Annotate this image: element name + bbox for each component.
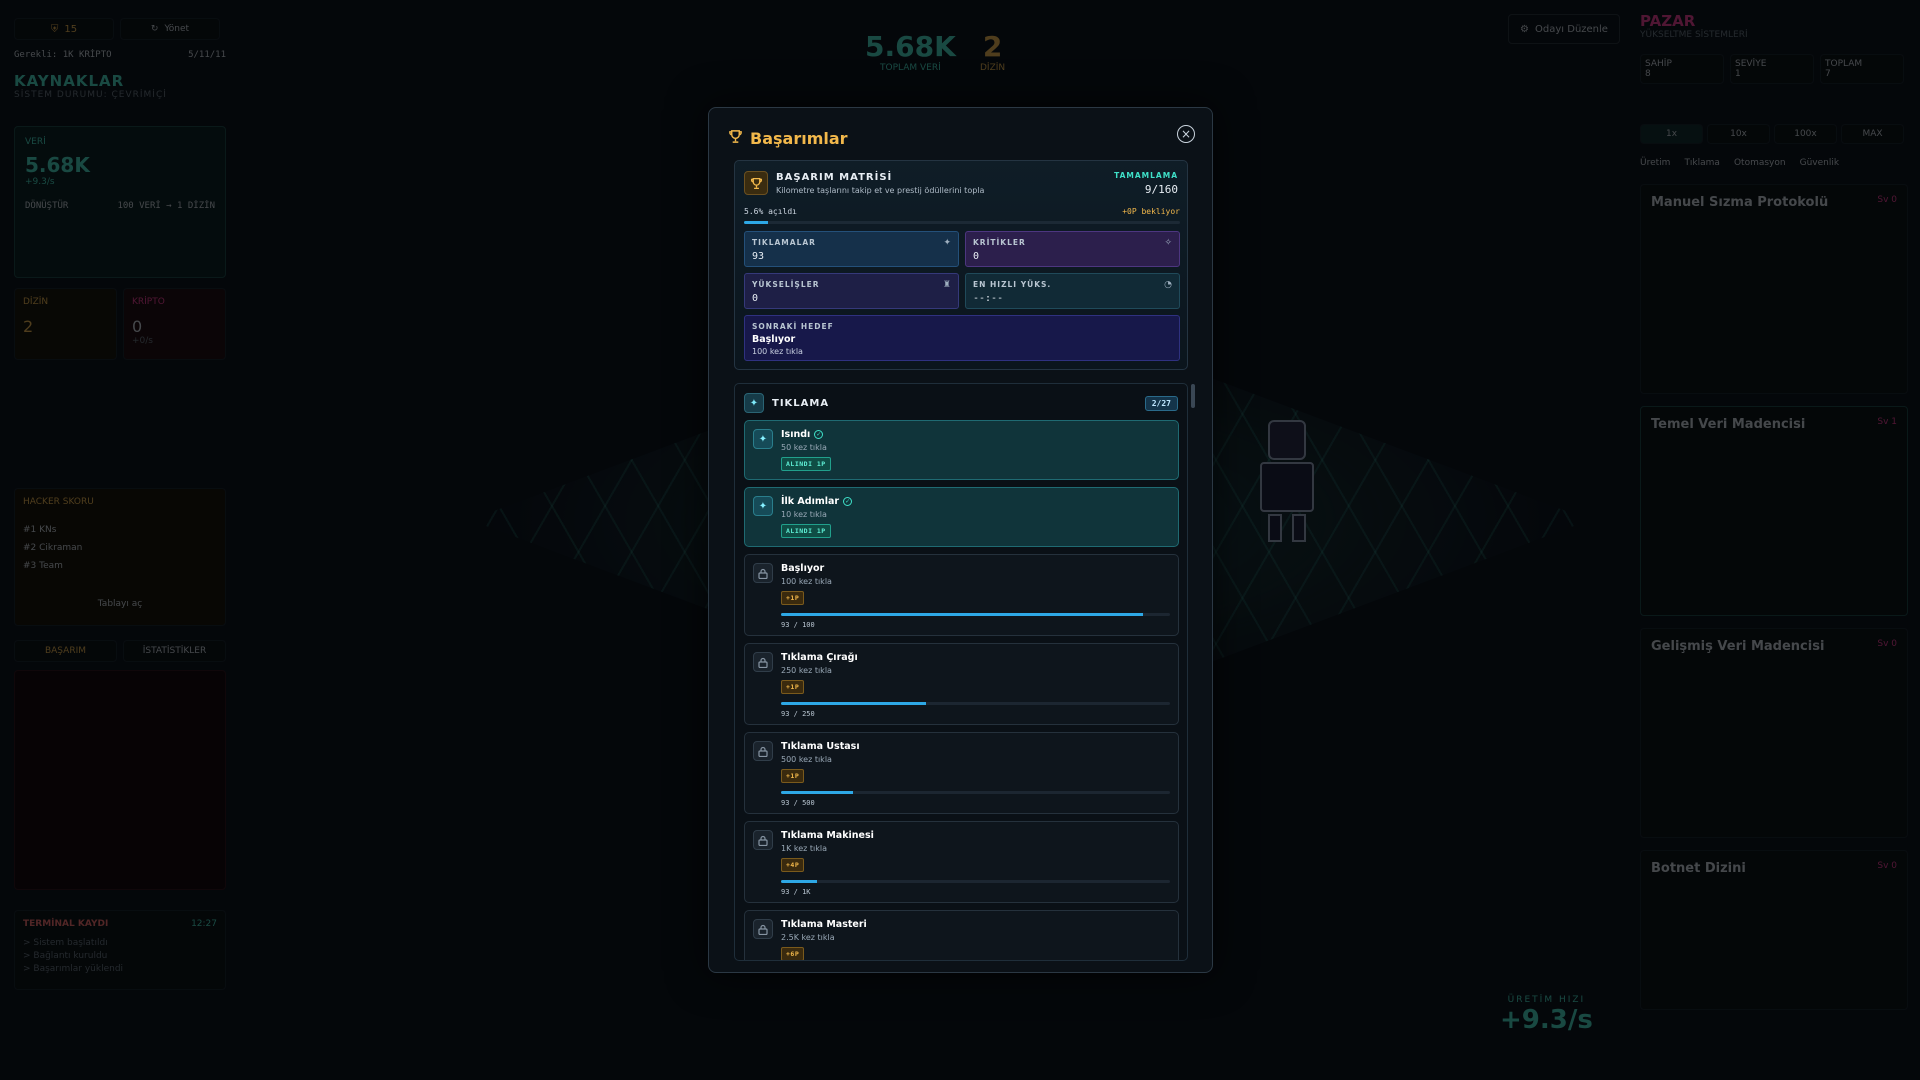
achievement-progress-text: 93 / 500 (781, 799, 815, 807)
achievement-reward-tag: +1P (781, 680, 805, 694)
progress-percent: 5.6% açıldı (744, 207, 797, 216)
trophy-icon (728, 129, 743, 148)
next-goal-name: Başlıyor (752, 334, 796, 345)
matrix-title: BAŞARIM MATRİSİ (776, 172, 893, 183)
close-button[interactable]: × (1177, 125, 1195, 143)
achievement-progress-text: 93 / 250 (781, 710, 815, 718)
close-icon: × (1180, 127, 1192, 141)
achievement-progress-bar (781, 791, 1170, 794)
next-goal-desc: 100 kez tıkla (752, 347, 803, 356)
sparkle-icon: ✧ (1164, 238, 1172, 248)
achievement-progress-text: 93 / 1K (781, 888, 811, 896)
achievement-card[interactable]: Tıklama Masteri 2.5K kez tıkla +6P (744, 910, 1179, 960)
matrix-subtitle: Kilometre taşlarını takip et ve prestij … (776, 186, 985, 195)
check-icon: ✓ (814, 430, 824, 439)
achievement-reward-tag: +4P (781, 858, 805, 872)
achievement-name: Başlıyor (781, 563, 825, 574)
trophy-icon (744, 171, 768, 195)
lock-icon (753, 741, 773, 761)
matrix-progress-bar (744, 221, 1180, 224)
lock-icon (753, 563, 773, 583)
achievement-progress-bar (781, 613, 1170, 616)
achievement-name: Tıklama Makinesi (781, 830, 874, 841)
achievement-desc: 50 kez tıkla (781, 443, 827, 452)
achievements-modal: Başarımlar × BAŞARIM MATRİSİ Kilometre t… (708, 107, 1213, 973)
achievement-reward-tag: ALINDI 1P (781, 524, 831, 538)
achievement-desc: 500 kez tıkla (781, 755, 832, 764)
achievement-reward-tag: ALINDI 1P (781, 457, 831, 471)
next-goal-label: SONRAKİ HEDEF (752, 322, 834, 331)
achievement-desc: 1K kez tıkla (781, 844, 828, 853)
category-clicking[interactable]: ✦ TIKLAMA 2/27 ✦ Isındı ✓ 50 kez tıkla AL… (734, 383, 1188, 961)
achievement-card[interactable]: Tıklama Makinesi 1K kez tıkla +4P 93 / 1… (744, 821, 1179, 903)
achievement-card[interactable]: Başlıyor 100 kez tıkla +1P 93 / 100 (744, 554, 1179, 636)
stat-clicks: TIKLAMALAR 93 ✦ (744, 231, 959, 267)
achievement-reward-tag: +1P (781, 591, 805, 605)
category-count: 2/27 (1144, 395, 1178, 411)
next-goal: SONRAKİ HEDEF Başlıyor 100 kez tıkla (744, 315, 1180, 361)
trophy-icon: ♜ (942, 280, 951, 290)
timer-icon: ◔ (1164, 280, 1172, 290)
modal-title: Başarımlar (750, 129, 848, 148)
achievement-card[interactable]: Tıklama Ustası 500 kez tıkla +1P 93 / 50… (744, 732, 1179, 814)
achievement-desc: 100 kez tıkla (781, 577, 832, 586)
category-title: TIKLAMA (772, 397, 830, 409)
scrollbar-thumb[interactable] (1191, 384, 1195, 408)
achievement-desc: 2.5K kez tıkla (781, 933, 835, 942)
completion-label: TAMAMLAMA (1114, 171, 1178, 180)
achievement-matrix: BAŞARIM MATRİSİ Kilometre taşlarını taki… (734, 160, 1188, 370)
achievement-progress-fill (781, 791, 854, 794)
lock-icon (753, 919, 773, 939)
achievement-name: Tıklama Ustası (781, 741, 860, 752)
pointer-icon: ✦ (753, 429, 773, 449)
achievement-progress-fill (781, 702, 926, 705)
achievement-card[interactable]: ✦ Isındı ✓ 50 kez tıkla ALINDI 1P (744, 420, 1179, 480)
modal-header: Başarımlar (728, 129, 848, 148)
stat-fastest: EN HIZLI YÜKS. --:-- ◔ (965, 273, 1180, 309)
achievement-progress-fill (781, 613, 1143, 616)
achievement-progress-bar (781, 880, 1170, 883)
lock-icon (753, 830, 773, 850)
achievement-name: Isındı (781, 429, 811, 440)
achievement-card[interactable]: ✦ İlk Adımlar ✓ 10 kez tıkla ALINDI 1P (744, 487, 1179, 547)
achievement-card[interactable]: Tıklama Çırağı 250 kez tıkla +1P 93 / 25… (744, 643, 1179, 725)
achievement-progress-fill (781, 880, 818, 883)
check-icon: ✓ (843, 497, 853, 506)
achievement-reward-tag: +1P (781, 769, 805, 783)
achievement-progress-text: 93 / 100 (781, 621, 815, 629)
achievement-desc: 10 kez tıkla (781, 510, 827, 519)
achievement-progress-bar (781, 702, 1170, 705)
pending-points: +0P bekliyor (1122, 207, 1180, 216)
matrix-progress-fill (744, 221, 769, 224)
achievement-name: İlk Adımlar (781, 496, 840, 507)
achievement-desc: 250 kez tıkla (781, 666, 832, 675)
pointer-icon: ✦ (753, 496, 773, 516)
completion-value: 9/160 (1144, 183, 1178, 196)
lock-icon (753, 652, 773, 672)
stat-crits: KRİTİKLER 0 ✧ (965, 231, 1180, 267)
achievement-reward-tag: +6P (781, 947, 805, 960)
achievement-name: Tıklama Masteri (781, 919, 867, 930)
achievement-name: Tıklama Çırağı (781, 652, 858, 663)
pointer-icon: ✦ (744, 393, 764, 413)
pointer-icon: ✦ (943, 238, 951, 248)
stat-upgrades: YÜKSELİŞLER 0 ♜ (744, 273, 959, 309)
